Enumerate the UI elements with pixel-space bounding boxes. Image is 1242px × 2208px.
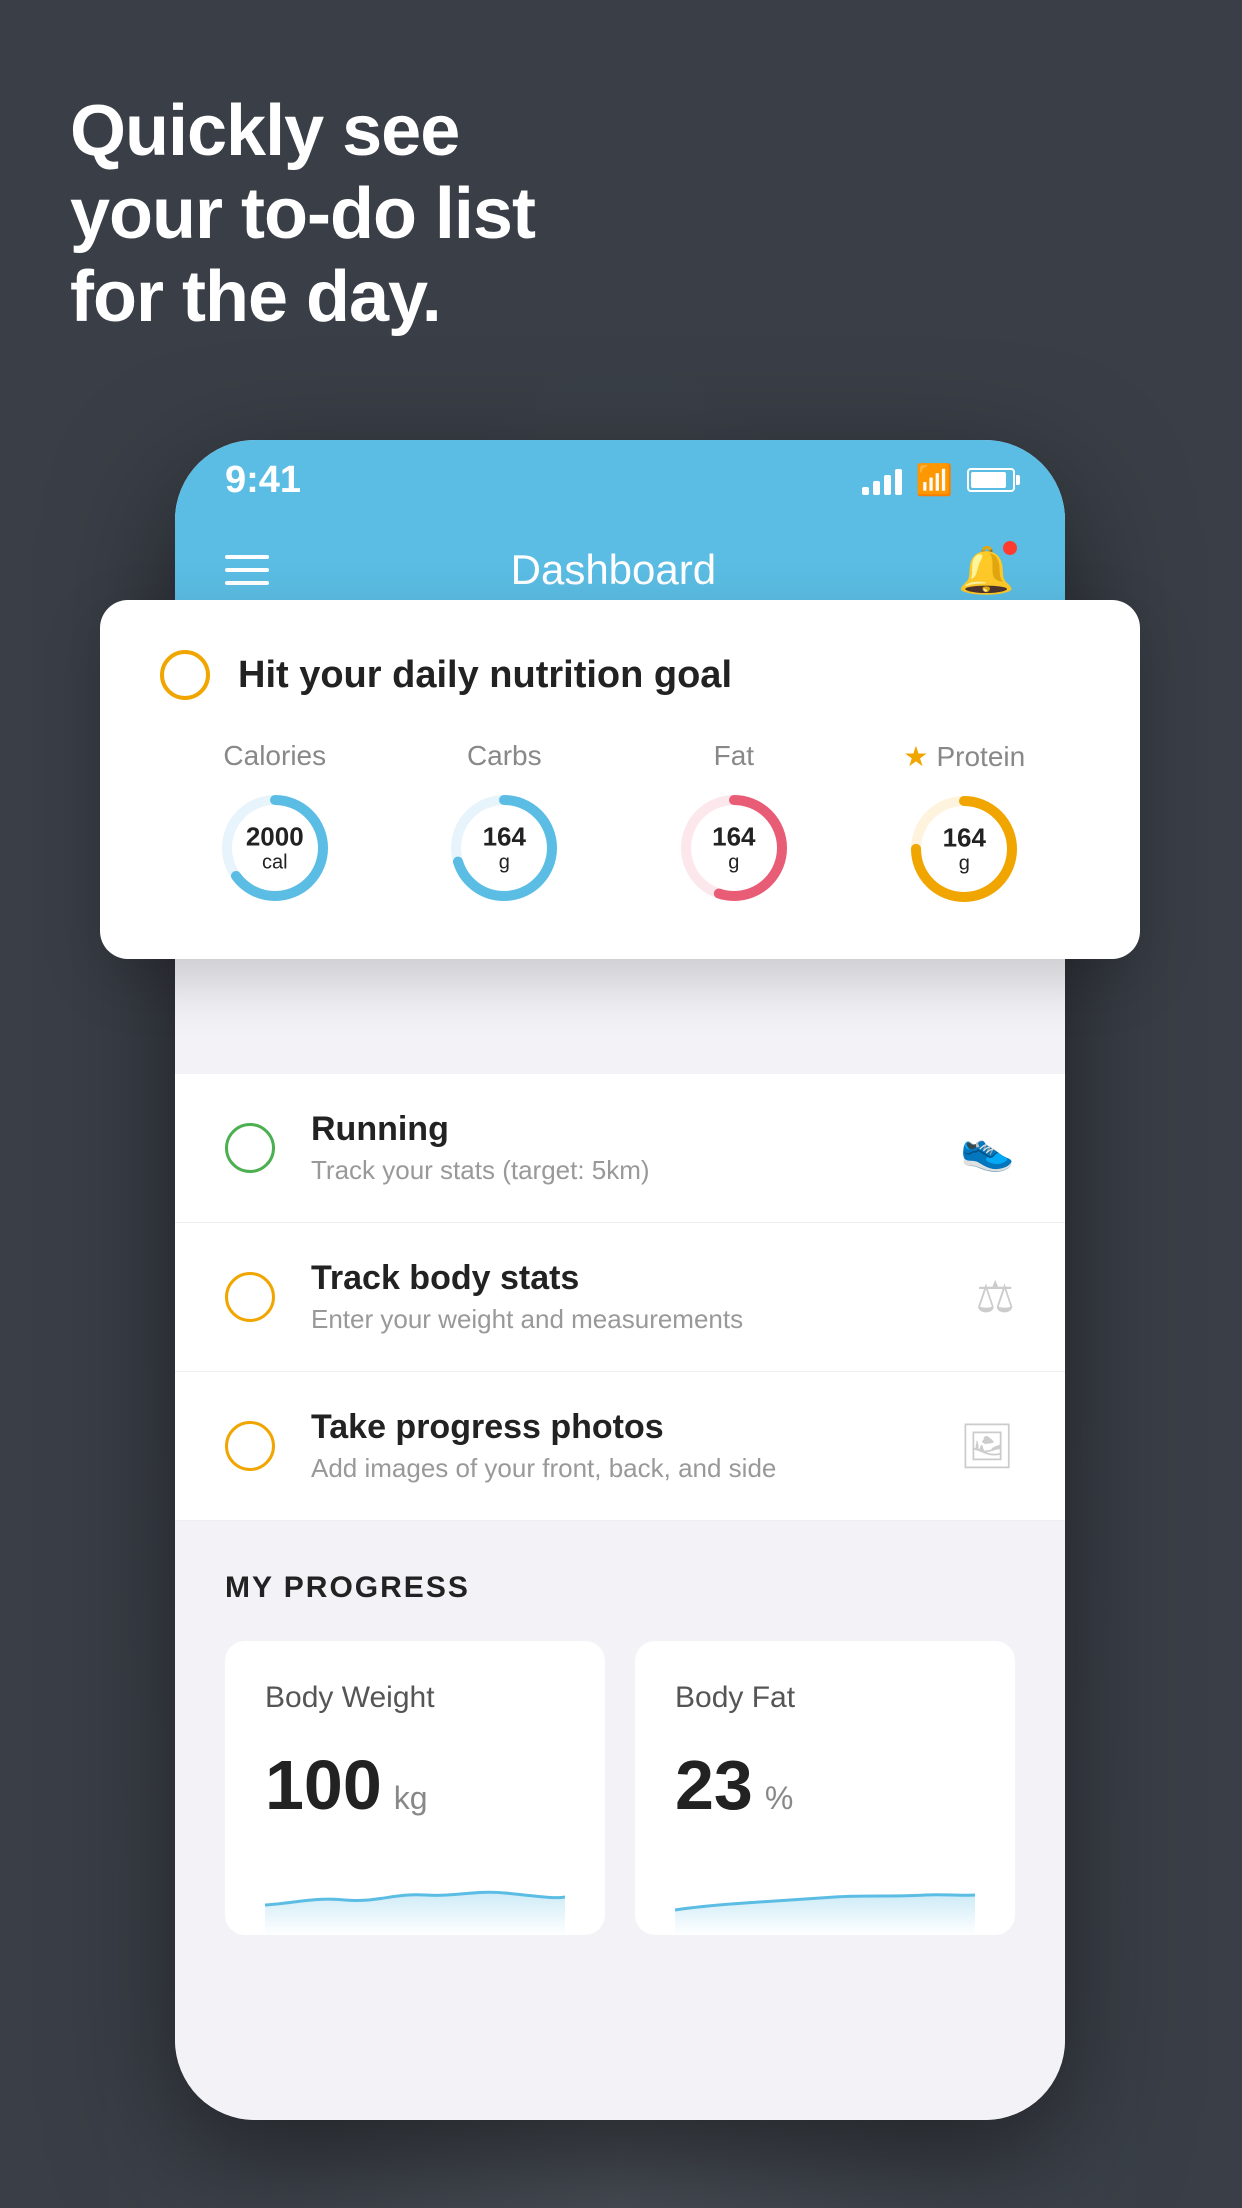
body-fat-unit: %	[765, 1780, 793, 1817]
body-fat-card[interactable]: Body Fat 23 %	[635, 1641, 1015, 1935]
carbs-value: 164 g	[483, 823, 526, 874]
nav-title: Dashboard	[511, 546, 716, 594]
status-time: 9:41	[225, 459, 301, 502]
protein-value: 164 g	[943, 824, 986, 875]
notification-button[interactable]: 🔔	[958, 543, 1015, 598]
progress-title: MY PROGRESS	[225, 1571, 1015, 1605]
body-weight-value-row: 100 kg	[265, 1745, 565, 1825]
fat-donut: 164 g	[674, 788, 794, 908]
progress-cards: Body Weight 100 kg	[225, 1641, 1015, 1935]
body-fat-number: 23	[675, 1745, 753, 1825]
todo-sub-running: Track your stats (target: 5km)	[311, 1155, 924, 1186]
list-item[interactable]: Track body stats Enter your weight and m…	[175, 1223, 1065, 1372]
body-weight-label: Body Weight	[265, 1681, 565, 1715]
card-header: Hit your daily nutrition goal	[160, 650, 1080, 700]
fat-value: 164 g	[712, 823, 755, 874]
body-weight-card[interactable]: Body Weight 100 kg	[225, 1641, 605, 1935]
headline-line3: for the day.	[70, 256, 535, 339]
body-fat-chart	[675, 1855, 975, 1935]
todo-check-body-stats[interactable]	[225, 1272, 275, 1322]
protein-donut: 164 g	[904, 789, 1024, 909]
progress-section: MY PROGRESS Body Weight 100 kg	[175, 1521, 1065, 1935]
wifi-icon: 📶	[916, 463, 953, 498]
todo-title-running: Running	[311, 1110, 924, 1149]
body-weight-chart	[265, 1855, 565, 1935]
calories-stat: Calories 2000 cal	[215, 740, 335, 908]
list-item[interactable]: Running Track your stats (target: 5km) 👟	[175, 1074, 1065, 1223]
nutrition-card: Hit your daily nutrition goal Calories 2…	[100, 600, 1140, 959]
body-weight-unit: kg	[394, 1780, 428, 1817]
todo-check-running[interactable]	[225, 1123, 275, 1173]
todo-sub-photos: Add images of your front, back, and side	[311, 1453, 923, 1484]
photo-icon: 🖼	[959, 1420, 1015, 1472]
headline: Quickly see your to-do list for the day.	[70, 90, 535, 338]
running-icon: 👟	[960, 1122, 1015, 1174]
fat-label: Fat	[714, 740, 754, 772]
nutrition-radio[interactable]	[160, 650, 210, 700]
nutrition-title: Hit your daily nutrition goal	[238, 654, 732, 697]
todo-title-photos: Take progress photos	[311, 1408, 923, 1447]
todo-text-running: Running Track your stats (target: 5km)	[311, 1110, 924, 1186]
headline-line2: your to-do list	[70, 173, 535, 256]
calories-value: 2000 cal	[246, 823, 304, 874]
nutrition-stats: Calories 2000 cal Carbs	[160, 740, 1080, 909]
status-icons: 📶	[862, 463, 1015, 498]
calories-label: Calories	[223, 740, 326, 772]
body-fat-label: Body Fat	[675, 1681, 975, 1715]
todo-list: Running Track your stats (target: 5km) 👟…	[175, 1074, 1065, 1521]
scale-icon: ⚖	[976, 1272, 1015, 1323]
todo-check-photos[interactable]	[225, 1421, 275, 1471]
todo-sub-body-stats: Enter your weight and measurements	[311, 1304, 940, 1335]
carbs-donut: 164 g	[444, 788, 564, 908]
protein-label: ★ Protein	[903, 740, 1025, 773]
body-weight-number: 100	[265, 1745, 382, 1825]
list-item[interactable]: Take progress photos Add images of your …	[175, 1372, 1065, 1521]
signal-icon	[862, 465, 902, 495]
carbs-label: Carbs	[467, 740, 542, 772]
notification-badge	[1001, 539, 1019, 557]
calories-donut: 2000 cal	[215, 788, 335, 908]
protein-stat: ★ Protein 164 g	[903, 740, 1025, 909]
status-bar: 9:41 📶	[175, 440, 1065, 520]
body-fat-value-row: 23 %	[675, 1745, 975, 1825]
todo-text-photos: Take progress photos Add images of your …	[311, 1408, 923, 1484]
battery-icon	[967, 468, 1015, 492]
star-icon: ★	[903, 740, 928, 773]
menu-button[interactable]	[225, 555, 269, 585]
todo-title-body-stats: Track body stats	[311, 1259, 940, 1298]
todo-text-body-stats: Track body stats Enter your weight and m…	[311, 1259, 940, 1335]
carbs-stat: Carbs 164 g	[444, 740, 564, 908]
headline-line1: Quickly see	[70, 90, 535, 173]
fat-stat: Fat 164 g	[674, 740, 794, 908]
